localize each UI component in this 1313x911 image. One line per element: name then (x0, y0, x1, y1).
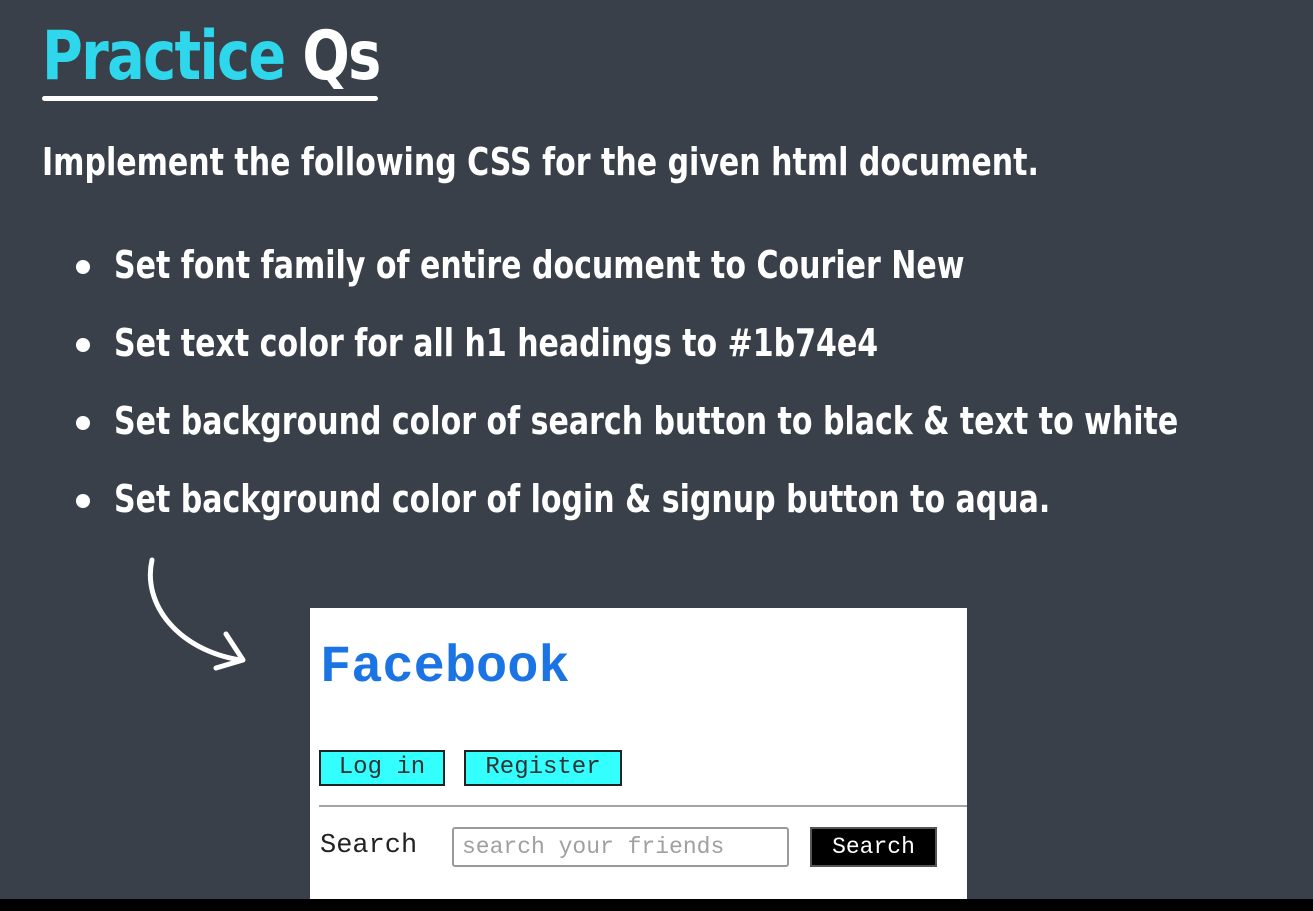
bullet-dot-icon (76, 416, 90, 430)
curved-arrow-icon (147, 557, 246, 671)
search-input[interactable] (452, 827, 789, 867)
demo-webpage: Facebook Log in Register Search Search (310, 608, 967, 899)
bullet-dot-icon (76, 260, 90, 274)
bullet-text: Set background color of login & signup b… (114, 477, 1051, 521)
title-rest: Qs (302, 17, 381, 96)
bullet-text: Set text color for all h1 headings to #1… (114, 321, 879, 365)
facebook-heading: Facebook (320, 638, 570, 697)
bottom-bar (0, 899, 1313, 911)
bullet-dot-icon (76, 338, 90, 352)
title-accent: Practice (42, 17, 286, 96)
title-underline (42, 96, 378, 101)
bullet-text: Set background color of search button to… (114, 399, 1179, 443)
bullet-dot-icon (76, 494, 90, 508)
search-label: Search (320, 831, 418, 861)
login-button[interactable]: Log in (319, 750, 445, 786)
bullet-list: Set font family of entire document to Co… (76, 240, 1313, 552)
horizontal-rule (319, 805, 967, 807)
bullet-text: Set font family of entire document to Co… (114, 243, 965, 287)
bullet-item: Set text color for all h1 headings to #1… (76, 318, 1313, 396)
instruction-text: Implement the following CSS for the give… (42, 140, 1039, 184)
slide: Practice Qs Implement the following CSS … (0, 0, 1313, 899)
search-button[interactable]: Search (810, 827, 937, 867)
register-button[interactable]: Register (464, 750, 622, 786)
bullet-item: Set background color of login & signup b… (76, 474, 1313, 552)
bullet-item: Set font family of entire document to Co… (76, 240, 1313, 318)
slide-title: Practice Qs (42, 14, 381, 100)
bullet-item: Set background color of search button to… (76, 396, 1313, 474)
